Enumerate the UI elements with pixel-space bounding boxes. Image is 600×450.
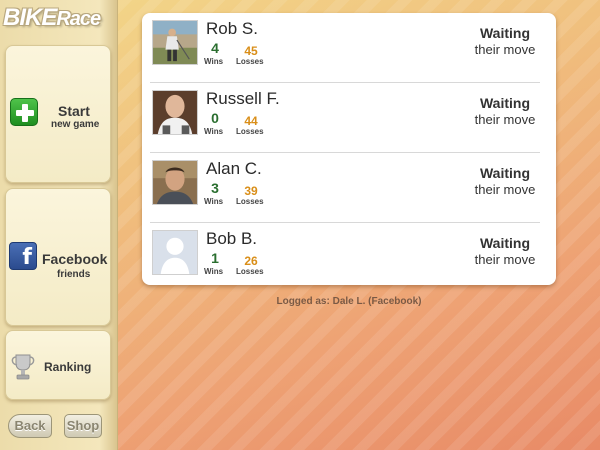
facebook-icon: f (9, 242, 37, 270)
start-new-game-button[interactable]: Start new game (5, 45, 111, 183)
wins-label: Wins (204, 267, 224, 276)
game-row[interactable]: Alan C. 3 Wins 39 Losses Waiting their m… (142, 153, 556, 223)
wins-count: 0 (211, 110, 219, 126)
losses-label: Losses (236, 57, 264, 66)
losses-count: 39 (244, 184, 258, 198)
game-status: Waiting (479, 95, 531, 111)
facebook-label: Facebook (42, 251, 108, 267)
player-name: Alan C. (206, 159, 262, 178)
logged-as-text: Logged as: Dale L. (Facebook) (276, 296, 422, 307)
game-status: Waiting (479, 165, 531, 181)
player-avatar (152, 20, 198, 65)
app-logo: BIKERace (3, 4, 101, 31)
trophy-icon (11, 354, 35, 380)
ranking-label: Ranking (44, 360, 92, 374)
game-row[interactable]: Bob B. 1 Wins 26 Losses Waiting their mo… (142, 223, 556, 293)
default-avatar-icon (152, 230, 198, 275)
game-row[interactable]: Russell F. 0 Wins 44 Losses Waiting thei… (142, 83, 556, 153)
player-avatar (152, 160, 198, 205)
player-avatar (152, 90, 198, 135)
losses-count: 26 (244, 254, 258, 268)
shop-button[interactable]: Shop (64, 414, 102, 438)
game-status-detail: their move (474, 42, 536, 57)
losses-count: 45 (244, 44, 258, 58)
start-sublabel: new game (51, 119, 100, 130)
ranking-button[interactable]: Ranking (5, 330, 111, 400)
game-status: Waiting (479, 235, 531, 251)
start-label: Start (58, 103, 90, 119)
wins-count: 3 (211, 180, 219, 196)
wins-count: 1 (211, 250, 219, 266)
wins-label: Wins (204, 127, 224, 136)
back-button[interactable]: Back (8, 414, 52, 438)
sidebar: BIKERace Start new game f Facebook frien… (0, 0, 118, 450)
plus-icon (10, 98, 38, 126)
facebook-sublabel: friends (57, 269, 91, 280)
player-name: Rob S. (206, 19, 258, 38)
game-row[interactable]: Rob S. 4 Wins 45 Losses Waiting their mo… (142, 13, 556, 83)
wins-label: Wins (204, 57, 224, 66)
player-name: Russell F. (206, 89, 280, 108)
games-list-panel: Rob S. 4 Wins 45 Losses Waiting their mo… (142, 13, 556, 285)
losses-count: 44 (244, 114, 258, 128)
wins-label: Wins (204, 197, 224, 206)
facebook-friends-button[interactable]: f Facebook friends (5, 188, 111, 326)
losses-label: Losses (236, 127, 264, 136)
game-status: Waiting (479, 25, 531, 41)
wins-count: 4 (211, 40, 219, 56)
game-status-detail: their move (474, 112, 536, 127)
game-status-detail: their move (474, 182, 536, 197)
player-name: Bob B. (206, 229, 258, 248)
game-status-detail: their move (474, 252, 536, 267)
losses-label: Losses (236, 267, 264, 276)
losses-label: Losses (236, 197, 264, 206)
